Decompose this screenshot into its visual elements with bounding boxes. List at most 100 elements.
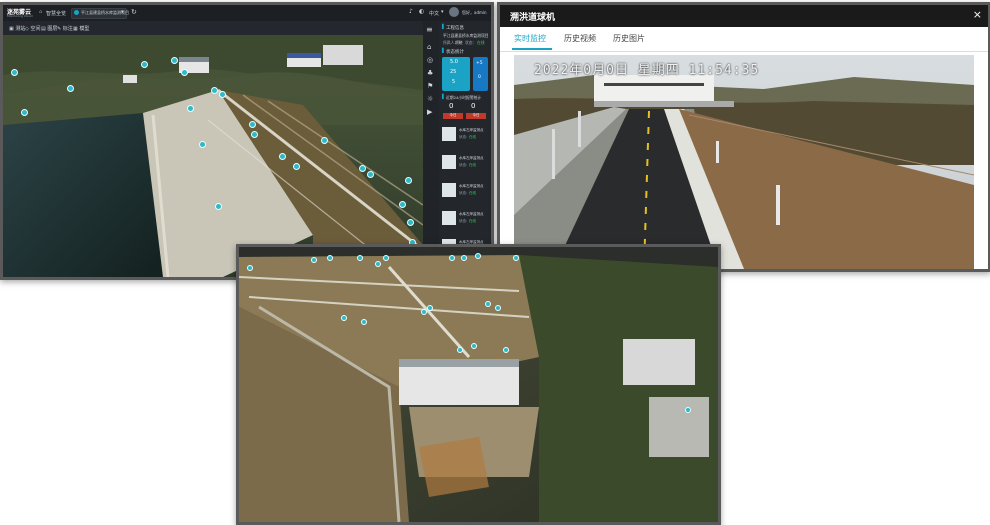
stat-card-main[interactable]: 5.0 25 5 [442, 57, 470, 91]
sensor-pin[interactable] [279, 153, 286, 160]
sensor-pin[interactable] [461, 255, 467, 261]
device-item[interactable]: 水库左岸监测点 状态: 在线 [442, 125, 489, 153]
info-row-value: 在线 [477, 40, 485, 45]
refresh-icon[interactable]: ↻ [131, 8, 137, 16]
stat-value: 25 [450, 69, 457, 75]
sensor-pin[interactable] [427, 305, 433, 311]
sensor-pin[interactable] [187, 105, 194, 112]
dam-3d-scene[interactable] [3, 35, 423, 277]
sensor-pin[interactable] [199, 141, 206, 148]
sensor-pin[interactable] [211, 87, 218, 94]
toolbar-station[interactable]: ▣ 测站 [9, 25, 25, 32]
sensor-pin[interactable] [503, 347, 509, 353]
sensor-pin[interactable] [181, 69, 188, 76]
tab-history-image[interactable]: 历史图片 [613, 33, 645, 44]
toolbar-space[interactable]: ◇ 空间 [25, 25, 40, 32]
stat-card-side[interactable]: +5 0 [473, 57, 488, 91]
sensor-pin[interactable] [495, 305, 501, 311]
sensor-pin[interactable] [399, 201, 406, 208]
sensor-pin[interactable] [219, 91, 226, 98]
close-icon[interactable]: × [973, 8, 982, 21]
toolbar-mark[interactable]: ✎ 标注 [57, 25, 73, 32]
home-icon[interactable]: ⌂ [39, 9, 42, 15]
toolbar-layer[interactable]: ▤ 图层 [41, 25, 57, 32]
device-name: 水库左岸监测点 [459, 184, 484, 188]
sensor-pin[interactable] [457, 347, 463, 353]
device-item[interactable]: 水库左岸监测点 状态: 在线 [442, 153, 489, 181]
camera-header: 溯洪道球机 × [500, 5, 988, 27]
avatar[interactable] [449, 7, 459, 17]
device-status: 在线 [469, 163, 476, 167]
sensor-pin[interactable] [215, 203, 222, 210]
device-thumb [442, 127, 456, 141]
sensor-pin[interactable] [321, 137, 328, 144]
locale-chevron-icon: ▾ [441, 9, 444, 15]
sensor-pin[interactable] [383, 255, 389, 261]
sensor-pin[interactable] [471, 343, 477, 349]
sensor-pin[interactable] [685, 407, 691, 413]
sensor-pin[interactable] [293, 163, 300, 170]
stat-value: 5 [452, 79, 456, 85]
menu-icon[interactable]: ≡ [426, 25, 433, 34]
live-video-feed[interactable] [514, 55, 974, 269]
sensor-pin[interactable] [407, 219, 414, 226]
project-select[interactable]: 平江县建县桥水库监测项目 ▾ [71, 8, 129, 19]
project-name: 平江县建县桥水库监测项目 [443, 33, 489, 38]
home-icon[interactable]: ⌂ [427, 43, 431, 51]
sensor-pin[interactable] [21, 109, 28, 116]
device-name: 水库左岸监测点 [459, 156, 484, 160]
locale-select[interactable]: 中文 [429, 10, 439, 17]
sensor-pin[interactable] [341, 315, 347, 321]
dam-3d-map[interactable] [3, 35, 423, 277]
home-link[interactable]: 智慧全览 [46, 10, 66, 17]
sensor-pin[interactable] [247, 265, 253, 271]
sensor-pin[interactable] [513, 255, 519, 261]
device-status: 在线 [469, 219, 476, 223]
device-name: 水库左岸监测点 [459, 128, 484, 132]
sensor-pin[interactable] [475, 253, 481, 259]
device-item[interactable]: 水库左岸监测点 状态: 在线 [442, 181, 489, 209]
device-thumb [442, 155, 456, 169]
toolbar-label: 测站 [15, 26, 26, 32]
sensor-pin[interactable] [359, 165, 366, 172]
alarm-title: 近期24小时报警统计 [446, 95, 482, 100]
sensor-pin[interactable] [361, 319, 367, 325]
sensor-pin[interactable] [171, 57, 178, 64]
device-status: 在线 [469, 135, 476, 139]
active-tab-indicator [512, 48, 552, 50]
sensor-pin[interactable] [251, 131, 258, 138]
sensor-pin[interactable] [405, 177, 412, 184]
location-icon[interactable]: ◎ [427, 56, 433, 64]
alarm-badge: 今日 [443, 113, 463, 119]
globe-icon[interactable]: ◐ [419, 8, 424, 15]
sensor-pin[interactable] [67, 85, 74, 92]
bulb-icon[interactable]: ☼ [427, 95, 433, 103]
sensor-pin[interactable] [357, 255, 363, 261]
aerial-3d-window[interactable] [236, 244, 721, 525]
alarm-badge: 今日 [466, 113, 486, 119]
video-icon[interactable]: ▶ [427, 108, 432, 116]
bell-icon[interactable]: ♪ [409, 8, 413, 15]
top-bar: 迷苑雾云 Monitoring Cloud ⌂ 智慧全览 平江县建县桥水库监测项… [3, 5, 491, 21]
device-status-label: 状态: [459, 163, 468, 167]
tab-live[interactable]: 实时监控 [514, 33, 546, 44]
sensor-pin[interactable] [311, 257, 317, 263]
sensor-pin[interactable] [485, 301, 491, 307]
sensor-pin[interactable] [141, 61, 148, 68]
device-item[interactable]: 水库左岸监测点 状态: 在线 [442, 209, 489, 237]
toolbar-model[interactable]: ▦ 模型 [73, 25, 89, 32]
sensor-pin[interactable] [449, 255, 455, 261]
sensor-pin[interactable] [421, 309, 427, 315]
camera-tabs: 实时监控 历史视频 历史图片 [500, 27, 988, 52]
sensor-pin[interactable] [367, 171, 374, 178]
sensor-pin[interactable] [327, 255, 333, 261]
alarm-count: 0 [449, 102, 454, 110]
tree-icon[interactable]: ♣ [427, 69, 433, 77]
sensor-pin[interactable] [249, 121, 256, 128]
sensor-pin[interactable] [11, 69, 18, 76]
flag-icon[interactable]: ⚑ [427, 82, 433, 90]
aerial-3d-scene[interactable] [239, 247, 718, 522]
sensor-pin[interactable] [375, 261, 381, 267]
tab-history-video[interactable]: 历史视频 [564, 33, 596, 44]
device-thumb [442, 211, 456, 225]
